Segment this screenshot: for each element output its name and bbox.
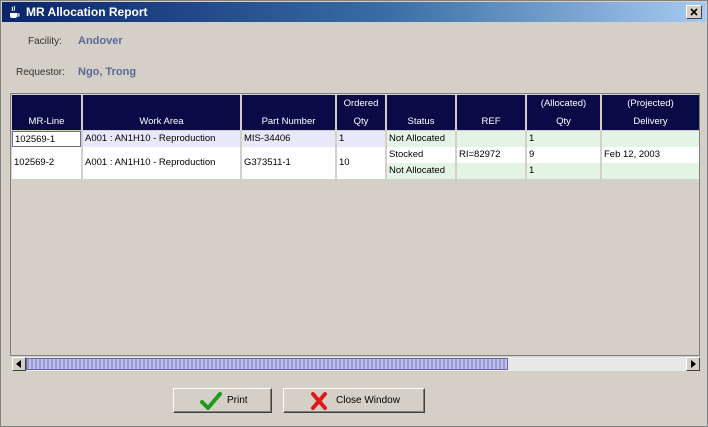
close-window-button[interactable]: Close Window [283,388,425,413]
window-close-button[interactable] [686,5,702,19]
cell-projected-delivery[interactable]: Feb 12, 2003 [602,147,699,163]
checkmark-icon [200,392,222,410]
cell-projected-delivery[interactable] [602,131,699,147]
column-header-ordered-qty[interactable]: Ordered Qty [337,95,387,130]
cell-ordered-qty[interactable]: 10 [337,147,385,179]
red-x-icon [311,392,327,410]
column-header-mr-line[interactable]: MR-Line [12,95,83,130]
requestor-value: Ngo, Trong [78,66,137,78]
cell-part-number[interactable]: MIS-34406 [242,131,335,147]
title-bar: MR Allocation Report [2,2,706,22]
cell-status[interactable]: Stocked [387,147,455,163]
print-button-label: Print [227,395,248,406]
close-icon [690,8,698,16]
coffee-cup-icon [10,5,20,18]
cell-ordered-qty[interactable]: 1 [337,131,385,147]
column-header-ref[interactable]: REF [457,95,527,130]
cell-work-area[interactable]: A001 : AN1H10 - Reproduction [83,147,240,179]
allocation-table[interactable]: MR-Line Work Area Part Number Ordered Qt… [10,93,700,371]
cell-allocated-qty[interactable]: 1 [527,163,600,179]
cell-allocated-qty[interactable]: 9 [527,147,600,163]
arrow-left-icon [16,360,21,368]
column-header-part-number[interactable]: Part Number [242,95,337,130]
mr-allocation-report-window: MR Allocation Report Facility: Andover R… [0,0,708,427]
cell-ref[interactable]: RI=82972 [457,147,525,163]
column-header-allocated-qty[interactable]: (Allocated) Qty [527,95,602,130]
scrollbar-track[interactable] [26,357,686,371]
cell-mr-line[interactable]: 102569-2 [12,147,81,179]
scroll-right-button[interactable] [686,357,700,371]
cell-part-number[interactable]: G373511-1 [242,147,335,179]
facility-label: Facility: [28,36,62,47]
window-title: MR Allocation Report [26,5,148,19]
print-button[interactable]: Print [173,388,272,413]
cell-status[interactable]: Not Allocated [387,163,455,179]
cell-work-area[interactable]: A001 : AN1H10 - Reproduction [83,131,240,147]
scrollbar-thumb[interactable] [26,358,508,370]
cell-projected-delivery[interactable] [602,163,699,179]
scroll-left-button[interactable] [12,357,26,371]
cell-mr-line[interactable]: 102569-1 [12,131,81,147]
column-header-work-area[interactable]: Work Area [83,95,242,130]
cell-status[interactable]: Not Allocated [387,131,455,147]
cell-allocated-qty[interactable]: 1 [527,131,600,147]
cell-ref[interactable] [457,163,525,179]
close-window-button-label: Close Window [336,395,400,406]
requestor-label: Requestor: [16,67,65,78]
horizontal-scrollbar[interactable] [12,357,700,371]
column-header-status[interactable]: Status [387,95,457,130]
column-header-projected-delivery[interactable]: (Projected) Delivery [602,95,699,130]
arrow-right-icon [691,360,696,368]
facility-value: Andover [78,35,123,47]
cell-ref[interactable] [457,131,525,147]
